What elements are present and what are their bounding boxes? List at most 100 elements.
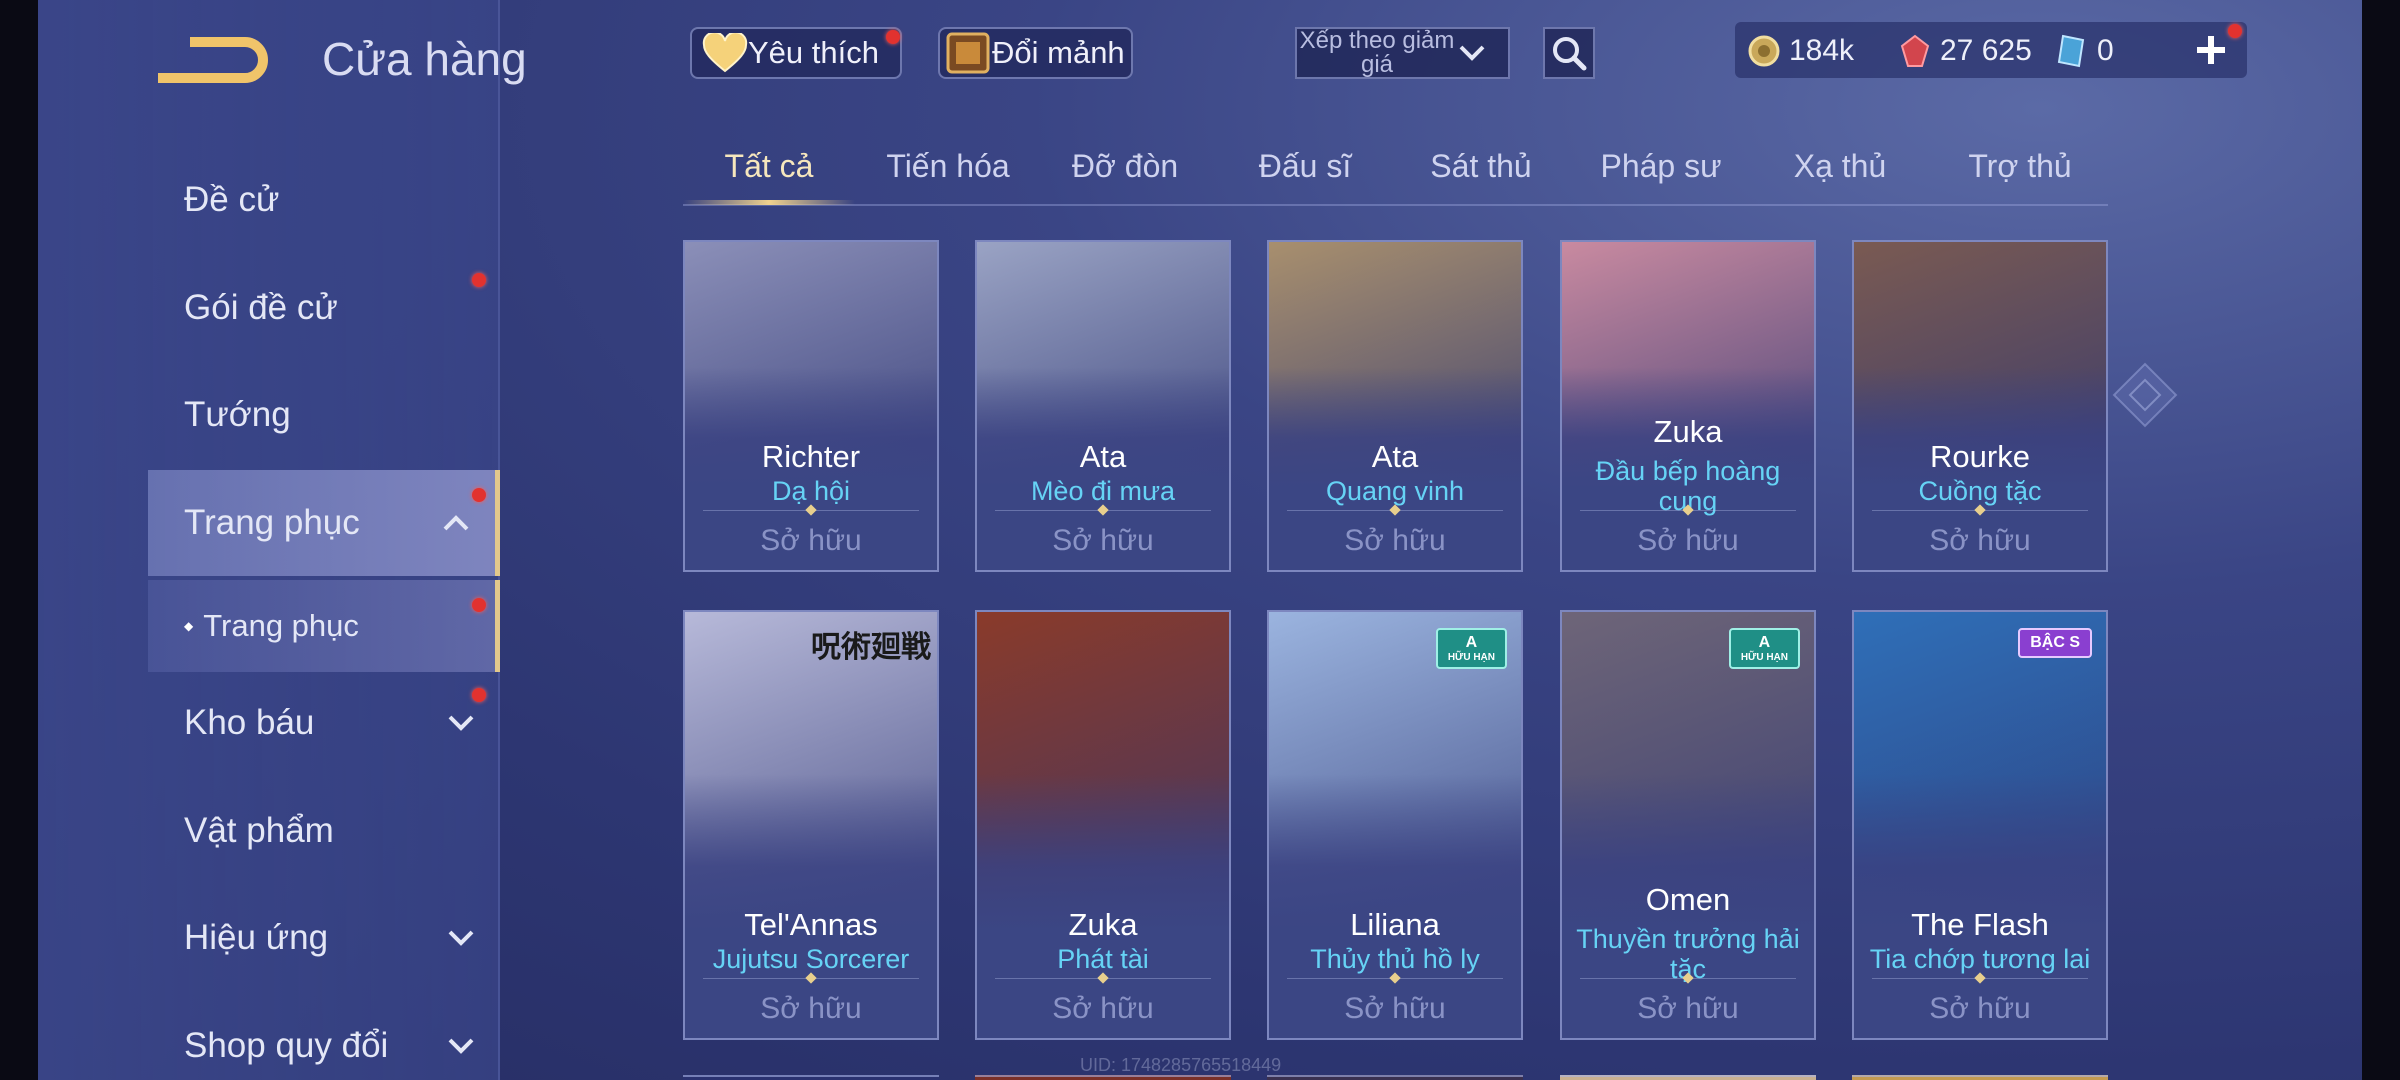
sidebar-item-label: Kho báu — [184, 703, 315, 742]
sidebar-item-label: Trang phục — [184, 503, 360, 542]
hero-name: Zuka — [1068, 907, 1138, 942]
tier-badge: BẬC S — [2018, 628, 2092, 658]
owned-status: Sở hữu — [1929, 524, 2031, 557]
skin-card[interactable]: Tel'Annas Jujutsu Sorcerer Sở hữu 呪術廻戦 — [683, 610, 939, 1040]
badge-label: A — [1758, 634, 1771, 651]
skin-card[interactable]: Liliana Thủy thủ hồ ly Sở hữu A HỮU HẠN — [1267, 610, 1523, 1040]
hero-name: Zuka — [1653, 414, 1723, 449]
sidebar: Đề cử Gói đề cử Tướng Trang phục ◆ Trang phục… — [38, 0, 500, 1080]
back-button[interactable] — [150, 30, 280, 90]
skin-name: Thủy thủ hồ ly — [1310, 944, 1480, 974]
search-button[interactable] — [1543, 27, 1595, 79]
badge-label: A — [1465, 634, 1478, 651]
owned-status: Sở hữu — [1929, 992, 2031, 1025]
uid-watermark: UID: 1748285765518449 — [1080, 1055, 1282, 1075]
notification-dot — [472, 488, 486, 502]
notification-dot — [472, 688, 486, 702]
sort-dropdown[interactable]: Xếp theo giảm giá — [1295, 27, 1510, 79]
hero-name: Ata — [1371, 439, 1419, 474]
owned-status: Sở hữu — [1637, 524, 1739, 557]
collab-logo: 呪術廻戦 — [811, 630, 931, 665]
favorites-label: Yêu thích — [748, 35, 879, 70]
owned-status: Sở hữu — [1052, 992, 1154, 1025]
owned-status: Sở hữu — [1052, 524, 1154, 557]
skin-card[interactable]: Zuka Đầu bếp hoàng cung Sở hữu — [1560, 240, 1816, 572]
skin-card[interactable]: Rourke Cuồng tặc Sở hữu — [1852, 240, 2108, 572]
tab-tank[interactable]: Đỡ đòn — [1072, 148, 1178, 185]
gold-value: 184k — [1789, 34, 1855, 67]
limited-badge: A HỮU HẠN — [1728, 628, 1800, 669]
skin-card[interactable]: Ata Mèo đi mưa Sở hữu — [975, 240, 1231, 572]
sidebar-item-skins[interactable]: Trang phục — [148, 470, 500, 576]
sidebar-item-label: Tướng — [184, 395, 291, 434]
limited-badge: A HỮU HẠN — [1435, 628, 1507, 669]
tab-all[interactable]: Tất cả — [725, 148, 814, 185]
page-title: Cửa hàng — [322, 33, 527, 85]
search-icon — [1553, 37, 1587, 71]
sidebar-item-treasure[interactable]: Kho báu — [148, 670, 500, 776]
shard-chest-icon — [946, 32, 990, 74]
bullet-icon: ◆ — [184, 619, 194, 633]
card-partial — [1852, 1075, 2108, 1080]
voucher-balance: 0 — [2055, 34, 2114, 68]
tab-mage[interactable]: Pháp sư — [1600, 148, 1721, 185]
card-partial — [683, 1075, 939, 1080]
tab-support[interactable]: Trợ thủ — [1968, 148, 2071, 185]
skin-card[interactable]: Zuka Phát tài Sở hữu — [975, 610, 1231, 1040]
ruby-icon — [1900, 34, 1930, 67]
owned-status: Sở hữu — [1344, 992, 1446, 1025]
sidebar-item-label: Hiệu ứng — [184, 918, 329, 957]
hero-name: Richter — [761, 439, 861, 474]
sidebar-subitem-skins[interactable]: ◆ Trang phục — [148, 580, 500, 672]
notification-dot — [472, 598, 486, 612]
chevron-down-icon — [1459, 45, 1485, 61]
add-currency-button[interactable] — [2191, 30, 2231, 70]
chevron-down-icon — [448, 715, 474, 731]
sidebar-item-exchange-shop[interactable]: Shop quy đổi — [148, 993, 500, 1080]
sidebar-item-effects[interactable]: Hiệu ứng — [148, 885, 500, 991]
gold-balance: 184k — [1747, 34, 1854, 68]
exchange-label: Đổi mảnh — [992, 35, 1125, 70]
skin-card[interactable]: Richter Dạ hội Sở hữu — [683, 240, 939, 572]
hero-name: Ata — [1079, 439, 1127, 474]
skin-name: Tia chớp tương lai — [1869, 944, 2091, 974]
skin-card[interactable]: Omen Thuyền trưởng hải tặc Sở hữu A HỮU HẠN — [1560, 610, 1816, 1040]
tab-evolution[interactable]: Tiến hóa — [886, 148, 1009, 185]
sort-label: Xếp theo giảm giá — [1299, 27, 1455, 78]
ruby-value: 27 625 — [1940, 34, 2032, 67]
notification-dot — [472, 273, 486, 287]
tab-marksman[interactable]: Xạ thủ — [1794, 148, 1887, 185]
tab-fighter[interactable]: Đấu sĩ — [1259, 148, 1351, 185]
tab-assassin[interactable]: Sát thủ — [1430, 148, 1531, 185]
badge-sublabel: HỮU HẠN — [1740, 652, 1788, 663]
sidebar-item-items[interactable]: Vật phẩm — [148, 778, 500, 884]
owned-status: Sở hữu — [760, 524, 862, 557]
voucher-value: 0 — [2097, 34, 2114, 67]
ruby-balance: 27 625 — [1900, 34, 2032, 68]
hero-name: Tel'Annas — [744, 907, 878, 942]
card-partial — [1267, 1075, 1523, 1080]
skin-card[interactable]: The Flash Tia chớp tương lai Sở hữu BẬC S — [1852, 610, 2108, 1040]
owned-status: Sở hữu — [1344, 524, 1446, 557]
owned-status: Sở hữu — [760, 992, 862, 1025]
scroll-decoration-icon — [2112, 362, 2178, 428]
shop-screen: Đề cử Gói đề cử Tướng Trang phục ◆ Trang phục… — [0, 0, 2400, 1080]
sidebar-item-recommended-packs[interactable]: Gói đề cử — [148, 255, 500, 361]
sidebar-item-label: Đề cử — [184, 180, 280, 219]
screen-edge-left — [0, 0, 38, 1080]
badge-label: BẬC S — [2030, 634, 2080, 651]
hero-name: Rourke — [1930, 439, 2030, 474]
chevron-down-icon — [448, 930, 474, 946]
hero-name: Liliana — [1350, 907, 1440, 942]
hero-name: Omen — [1645, 882, 1731, 917]
sidebar-item-heroes[interactable]: Tướng — [148, 362, 500, 468]
plus-icon — [2197, 36, 2225, 64]
skin-card[interactable]: Ata Quang vinh Sở hữu — [1267, 240, 1523, 572]
skin-name: Quang vinh — [1325, 476, 1465, 506]
chevron-up-icon — [443, 515, 469, 531]
sidebar-item-recommended[interactable]: Đề cử — [148, 147, 500, 253]
exchange-shards-button[interactable]: Đổi mảnh — [938, 27, 1133, 79]
card-partial — [1560, 1075, 1816, 1080]
favorites-button[interactable]: Yêu thích — [690, 27, 902, 79]
sidebar-item-label: Gói đề cử — [184, 288, 338, 327]
